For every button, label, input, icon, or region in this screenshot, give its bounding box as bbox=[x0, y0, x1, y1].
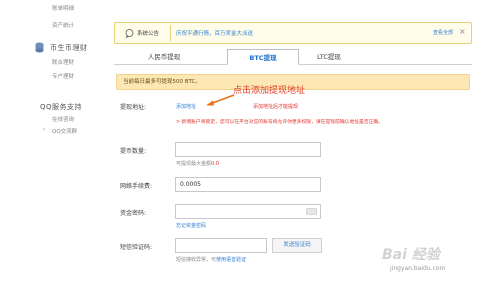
fee-label: 网络手续费: bbox=[120, 183, 153, 190]
address-label: 提现地址: bbox=[120, 104, 147, 111]
fee-input[interactable]: 0.0005 bbox=[175, 177, 321, 192]
sidebar-item-assets[interactable]: 资产统计 bbox=[52, 21, 74, 29]
annotation-text: 点击添加提现地址 bbox=[233, 86, 306, 96]
amount-input[interactable] bbox=[175, 142, 321, 157]
notice-divider bbox=[170, 25, 171, 41]
tab-ltc-withdraw[interactable]: LTC提现 bbox=[289, 49, 369, 65]
sidebar: 账单明细 资产统计 币生币理财 联合理财 专户理财 QQ服务支持 在线咨询 › … bbox=[0, 0, 103, 287]
withdraw-tabs: 人民币提现 BTC提现 LTC提现 bbox=[114, 49, 472, 65]
qq-support-title: QQ服务支持 bbox=[40, 103, 83, 111]
sms-code-label: 短信验证码: bbox=[120, 244, 153, 251]
keyboard-icon[interactable] bbox=[306, 208, 317, 215]
sms-code-input[interactable] bbox=[175, 238, 267, 253]
system-notice-bar: 系统公告 庆祝平通行情，百万奖金大派送 查看全部 × bbox=[114, 22, 472, 44]
amount-max-value: 0.0 bbox=[211, 161, 219, 167]
forgot-password-link[interactable]: 忘记资金密码 bbox=[176, 222, 206, 229]
sidebar-item-online-consult[interactable]: 在线咨询 bbox=[52, 115, 74, 123]
chevron-right-icon: › bbox=[43, 126, 46, 133]
amount-hint: 可提现最大金额0.0 bbox=[176, 161, 219, 167]
sidebar-item-bill[interactable]: 账单明细 bbox=[52, 4, 74, 12]
address-required-hint: 添加地址后才能提现 bbox=[253, 104, 299, 110]
sidebar-item-qq-group[interactable]: QQ交流群 bbox=[52, 127, 77, 135]
tab-cny-withdraw[interactable]: 人民币提现 bbox=[124, 49, 204, 65]
annotation-arrow-icon bbox=[206, 94, 235, 106]
fund-password-input[interactable] bbox=[175, 204, 321, 219]
address-warning-text: > 新增账户将锁定，您可以在平台对应的账号将允许你更多权限，请在提现前确认地址是… bbox=[176, 120, 384, 125]
close-icon[interactable]: × bbox=[459, 27, 466, 36]
sms-hint: 短信接收异常，可使用语音验证 bbox=[176, 257, 247, 263]
view-all-link[interactable]: 查看全部 bbox=[433, 29, 453, 36]
baidu-jingyan-logo: Bai 经验 bbox=[382, 247, 440, 263]
notice-label: 系统公告 bbox=[137, 31, 160, 37]
speech-bubble-icon bbox=[125, 29, 134, 38]
sidebar-item-private-finance[interactable]: 专户理财 bbox=[52, 72, 74, 80]
send-code-button[interactable]: 发送验证码 bbox=[272, 238, 322, 253]
notice-message-link[interactable]: 庆祝平通行情，百万奖金大派送 bbox=[176, 29, 253, 37]
add-address-link[interactable]: 添加地址 bbox=[176, 103, 196, 110]
fund-password-label: 资金密码: bbox=[120, 210, 147, 217]
watermark-url: jingyan.baidu.com bbox=[390, 265, 446, 272]
voice-verify-link[interactable]: 使用语音验证 bbox=[216, 257, 246, 263]
sidebar-section-title: 币生币理财 bbox=[50, 44, 88, 52]
amount-label: 提币数量: bbox=[120, 148, 147, 155]
coin-stack-icon bbox=[35, 42, 44, 53]
sidebar-item-joint-finance[interactable]: 联合理财 bbox=[52, 58, 74, 66]
